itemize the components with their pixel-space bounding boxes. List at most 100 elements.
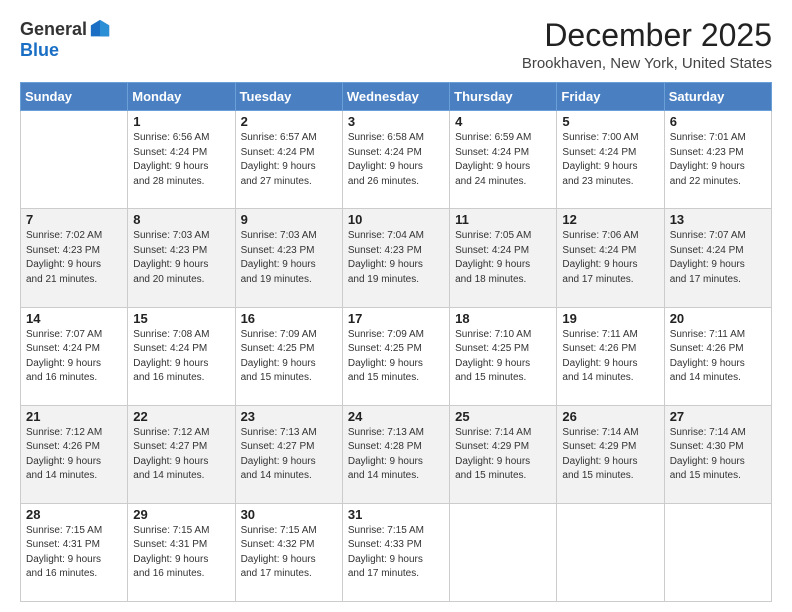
day-info: Sunrise: 7:15 AMSunset: 4:31 PMDaylight:… (133, 524, 229, 582)
col-wednesday: Wednesday (342, 83, 449, 111)
sunset-text: Sunset: 4:26 PM (26, 440, 122, 455)
daylight-minutes: and 15 minutes. (455, 469, 551, 484)
day-number: 10 (348, 212, 444, 227)
col-thursday: Thursday (450, 83, 557, 111)
sunrise-text: Sunrise: 7:03 AM (133, 229, 229, 244)
table-row: 20Sunrise: 7:11 AMSunset: 4:26 PMDayligh… (664, 307, 771, 405)
table-row: 10 Sunrise: 7:04 AMSunset: 4:23 PMDayligh… (342, 209, 449, 307)
table-row: 29 Sunrise: 7:15 AMSunset: 4:31 PMDayligh… (128, 503, 235, 601)
sunset-text: Sunset: 4:24 PM (455, 244, 551, 259)
daylight-hours: Daylight: 9 hours (241, 258, 337, 273)
sunset-text: Sunset: 4:31 PM (133, 538, 229, 553)
sunrise-text: Sunrise: 6:57 AM (241, 131, 337, 146)
sunset-text: Sunset: 4:24 PM (241, 146, 337, 161)
table-row: 11 Sunrise: 7:05 AMSunset: 4:24 PMDayligh… (450, 209, 557, 307)
day-info: Sunrise: 7:04 AMSunset: 4:23 PMDaylight:… (348, 229, 444, 287)
day-info: Sunrise: 6:57 AMSunset: 4:24 PMDaylight:… (241, 131, 337, 189)
table-row: 19Sunrise: 7:11 AMSunset: 4:26 PMDayligh… (557, 307, 664, 405)
table-row: 31Sunrise: 7:15 AMSunset: 4:33 PMDayligh… (342, 503, 449, 601)
sunrise-text: Sunrise: 7:15 AM (133, 524, 229, 539)
day-number: 29 (133, 507, 229, 522)
daylight-hours: Daylight: 9 hours (133, 258, 229, 273)
day-number: 27 (670, 409, 766, 424)
daylight-hours: Daylight: 9 hours (348, 553, 444, 568)
day-info: Sunrise: 7:06 AMSunset: 4:24 PMDaylight:… (562, 229, 658, 287)
table-row (557, 503, 664, 601)
table-row: 4Sunrise: 6:59 AMSunset: 4:24 PMDaylight… (450, 111, 557, 209)
daylight-hours: Daylight: 9 hours (241, 553, 337, 568)
table-row: 13Sunrise: 7:07 AMSunset: 4:24 PMDayligh… (664, 209, 771, 307)
table-row: 26Sunrise: 7:14 AMSunset: 4:29 PMDayligh… (557, 405, 664, 503)
sunset-text: Sunset: 4:31 PM (26, 538, 122, 553)
daylight-minutes: and 18 minutes. (455, 273, 551, 288)
day-number: 11 (455, 212, 551, 227)
sunset-text: Sunset: 4:24 PM (348, 146, 444, 161)
sunrise-text: Sunrise: 7:06 AM (562, 229, 658, 244)
day-info: Sunrise: 7:12 AMSunset: 4:27 PMDaylight:… (133, 426, 229, 484)
sunset-text: Sunset: 4:23 PM (26, 244, 122, 259)
table-row: 17Sunrise: 7:09 AMSunset: 4:25 PMDayligh… (342, 307, 449, 405)
day-info: Sunrise: 6:58 AMSunset: 4:24 PMDaylight:… (348, 131, 444, 189)
daylight-hours: Daylight: 9 hours (562, 357, 658, 372)
table-row: 1Sunrise: 6:56 AMSunset: 4:24 PMDaylight… (128, 111, 235, 209)
day-number: 3 (348, 114, 444, 129)
day-info: Sunrise: 7:11 AMSunset: 4:26 PMDaylight:… (562, 328, 658, 386)
sunset-text: Sunset: 4:27 PM (133, 440, 229, 455)
daylight-minutes: and 14 minutes. (133, 469, 229, 484)
day-number: 4 (455, 114, 551, 129)
sunset-text: Sunset: 4:24 PM (562, 146, 658, 161)
logo: General Blue (20, 18, 111, 61)
daylight-minutes: and 15 minutes. (348, 371, 444, 386)
daylight-minutes: and 15 minutes. (562, 469, 658, 484)
calendar-header: Sunday Monday Tuesday Wednesday Thursday… (21, 83, 772, 111)
table-row: 8Sunrise: 7:03 AMSunset: 4:23 PMDaylight… (128, 209, 235, 307)
day-info: Sunrise: 7:13 AMSunset: 4:27 PMDaylight:… (241, 426, 337, 484)
table-row: 23Sunrise: 7:13 AMSunset: 4:27 PMDayligh… (235, 405, 342, 503)
sunrise-text: Sunrise: 7:13 AM (348, 426, 444, 441)
day-info: Sunrise: 7:14 AMSunset: 4:29 PMDaylight:… (562, 426, 658, 484)
col-monday: Monday (128, 83, 235, 111)
sunset-text: Sunset: 4:27 PM (241, 440, 337, 455)
daylight-hours: Daylight: 9 hours (26, 258, 122, 273)
table-row: 21Sunrise: 7:12 AMSunset: 4:26 PMDayligh… (21, 405, 128, 503)
sunrise-text: Sunrise: 7:09 AM (241, 328, 337, 343)
day-info: Sunrise: 7:09 AMSunset: 4:25 PMDaylight:… (348, 328, 444, 386)
day-info: Sunrise: 7:00 AMSunset: 4:24 PMDaylight:… (562, 131, 658, 189)
daylight-hours: Daylight: 9 hours (455, 160, 551, 175)
daylight-minutes: and 16 minutes. (26, 371, 122, 386)
day-number: 12 (562, 212, 658, 227)
day-info: Sunrise: 6:56 AMSunset: 4:24 PMDaylight:… (133, 131, 229, 189)
weekday-row: Sunday Monday Tuesday Wednesday Thursday… (21, 83, 772, 111)
sunrise-text: Sunrise: 7:14 AM (670, 426, 766, 441)
table-row: 14Sunrise: 7:07 AMSunset: 4:24 PMDayligh… (21, 307, 128, 405)
daylight-minutes: and 16 minutes. (133, 371, 229, 386)
day-number: 16 (241, 311, 337, 326)
logo-general: General (20, 19, 87, 40)
daylight-minutes: and 14 minutes. (348, 469, 444, 484)
day-info: Sunrise: 7:12 AMSunset: 4:26 PMDaylight:… (26, 426, 122, 484)
page: General Blue December 2025 Brookhaven, N… (0, 0, 792, 612)
daylight-hours: Daylight: 9 hours (348, 357, 444, 372)
daylight-hours: Daylight: 9 hours (26, 455, 122, 470)
daylight-minutes: and 26 minutes. (348, 175, 444, 190)
logo-icon (89, 18, 111, 40)
daylight-hours: Daylight: 9 hours (455, 258, 551, 273)
sunrise-text: Sunrise: 7:07 AM (670, 229, 766, 244)
sunset-text: Sunset: 4:24 PM (562, 244, 658, 259)
sunrise-text: Sunrise: 7:04 AM (348, 229, 444, 244)
daylight-minutes: and 15 minutes. (241, 371, 337, 386)
daylight-hours: Daylight: 9 hours (133, 160, 229, 175)
daylight-minutes: and 28 minutes. (133, 175, 229, 190)
day-info: Sunrise: 7:05 AMSunset: 4:24 PMDaylight:… (455, 229, 551, 287)
table-row (664, 503, 771, 601)
day-number: 14 (26, 311, 122, 326)
sunset-text: Sunset: 4:24 PM (670, 244, 766, 259)
table-row: 22Sunrise: 7:12 AMSunset: 4:27 PMDayligh… (128, 405, 235, 503)
daylight-hours: Daylight: 9 hours (133, 357, 229, 372)
sunrise-text: Sunrise: 7:08 AM (133, 328, 229, 343)
daylight-hours: Daylight: 9 hours (133, 553, 229, 568)
sunrise-text: Sunrise: 7:11 AM (562, 328, 658, 343)
day-number: 5 (562, 114, 658, 129)
sunrise-text: Sunrise: 7:15 AM (348, 524, 444, 539)
sunrise-text: Sunrise: 7:09 AM (348, 328, 444, 343)
